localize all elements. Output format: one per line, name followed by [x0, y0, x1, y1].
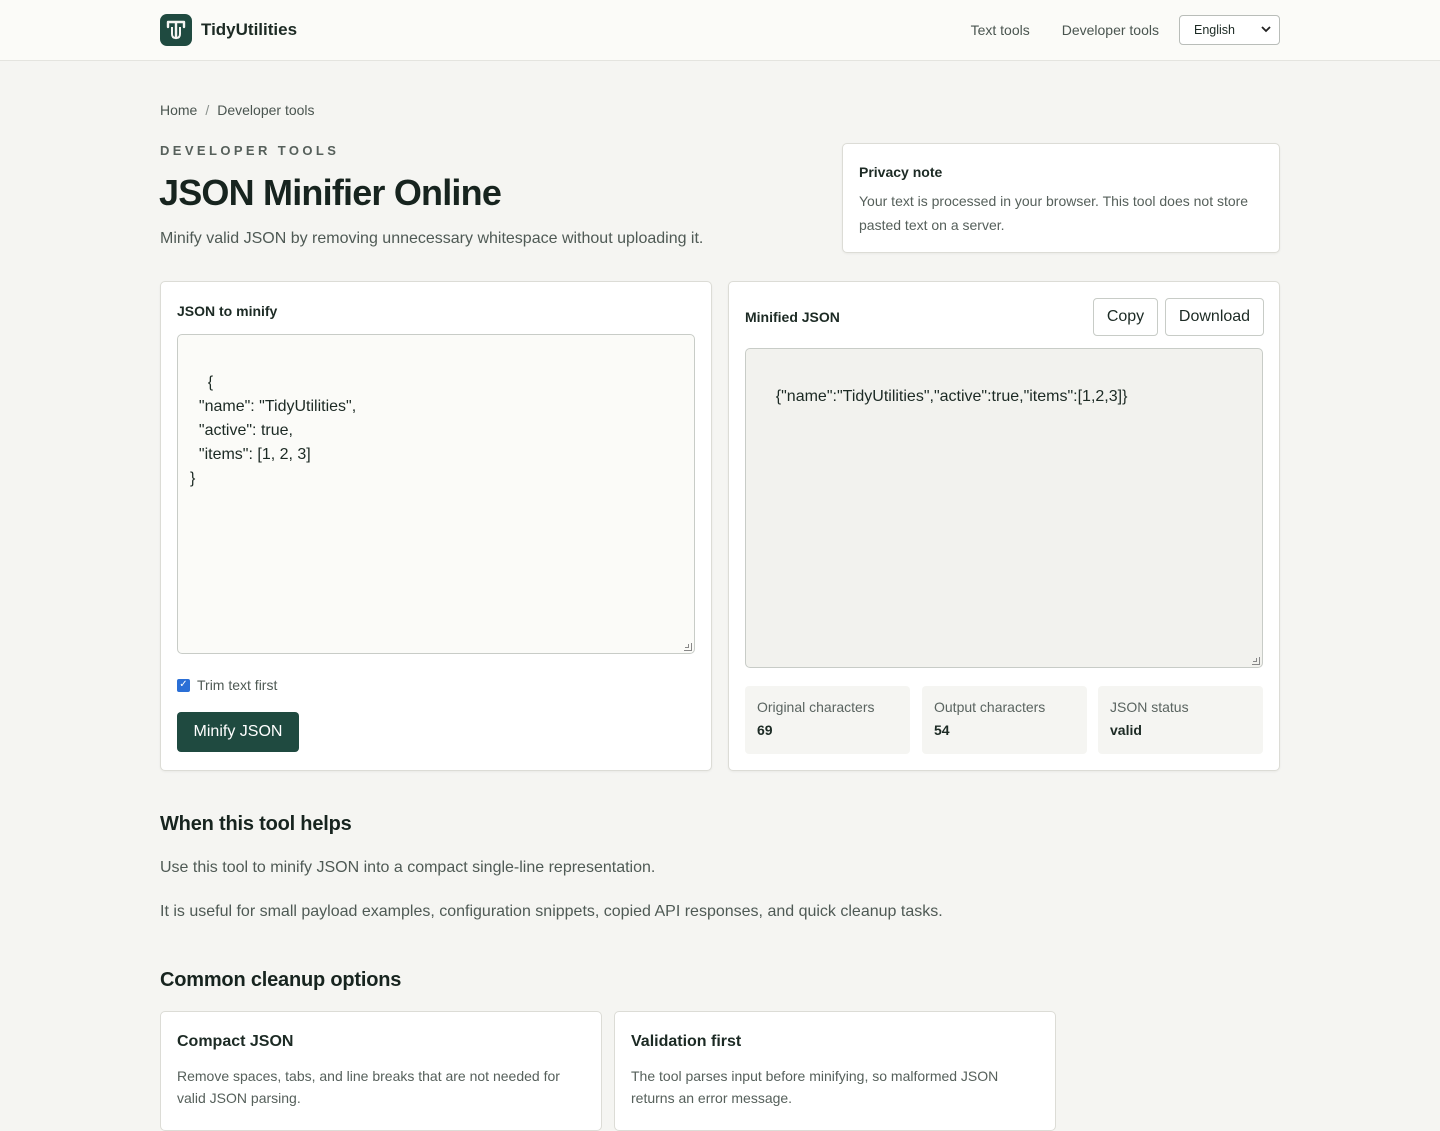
- main-nav: Text tools Developer tools English: [971, 15, 1280, 45]
- stat-label: Original characters: [757, 699, 875, 715]
- page-subtitle: Minify valid JSON by removing unnecessar…: [160, 230, 704, 247]
- helps-heading: When this tool helps: [160, 813, 352, 835]
- json-input-textarea[interactable]: { "name": "TidyUtilities", "active": tru…: [177, 334, 695, 654]
- stat-label: Output characters: [934, 699, 1046, 715]
- option-card-title: Compact JSON: [177, 1033, 294, 1050]
- breadcrumb-separator: /: [205, 102, 210, 118]
- privacy-text: Your text is processed in your browser. …: [859, 193, 1249, 233]
- output-panel: Minified JSON Copy Download {"name":"Tid…: [728, 281, 1280, 771]
- trim-label: Trim text first: [197, 677, 278, 693]
- helps-paragraph: Use this tool to minify JSON into a comp…: [160, 859, 656, 876]
- download-button[interactable]: Download: [1165, 298, 1264, 336]
- resize-handle-icon[interactable]: [684, 643, 692, 651]
- stat-value: valid: [1110, 722, 1142, 738]
- json-output-value: {"name":"TidyUtilities","active":true,"i…: [775, 388, 1128, 405]
- top-bar: TidyUtilities Text tools Developer tools…: [0, 0, 1440, 61]
- stat-value: 54: [934, 722, 950, 738]
- stat-original-characters: Original characters 69: [745, 686, 910, 754]
- nav-developer-tools[interactable]: Developer tools: [1062, 22, 1159, 38]
- option-card: Validation first The tool parses input b…: [614, 1011, 1056, 1131]
- brand-name: TidyUtilities: [201, 20, 298, 39]
- copy-button[interactable]: Copy: [1093, 298, 1158, 336]
- option-card-text: The tool parses input before minifying, …: [631, 1068, 999, 1106]
- breadcrumb: Home / Developer tools: [160, 102, 315, 118]
- json-output-textarea[interactable]: {"name":"TidyUtilities","active":true,"i…: [745, 348, 1263, 668]
- json-input-value: { "name": "TidyUtilities", "active": tru…: [190, 374, 357, 487]
- option-card: Compact JSON Remove spaces, tabs, and li…: [160, 1011, 602, 1131]
- options-heading: Common cleanup options: [160, 969, 402, 991]
- resize-handle-icon[interactable]: [1252, 657, 1260, 665]
- logo-icon: [160, 14, 192, 46]
- stat-json-status: JSON status valid: [1098, 686, 1263, 754]
- stat-value: 69: [757, 722, 773, 738]
- option-card-title: Validation first: [631, 1033, 742, 1050]
- page-title: JSON Minifier Online: [159, 172, 502, 213]
- language-select[interactable]: English: [1179, 15, 1280, 45]
- output-label: Minified JSON: [745, 309, 840, 325]
- nav-text-tools[interactable]: Text tools: [971, 22, 1030, 38]
- stat-output-characters: Output characters 54: [922, 686, 1087, 754]
- breadcrumb-home[interactable]: Home: [160, 102, 197, 118]
- brand-link[interactable]: TidyUtilities: [160, 14, 297, 46]
- trim-option[interactable]: ✓ Trim text first: [177, 677, 277, 693]
- input-panel: JSON to minify { "name": "TidyUtilities"…: [160, 281, 712, 771]
- minify-button[interactable]: Minify JSON: [177, 712, 299, 752]
- language-value: English: [1194, 23, 1235, 37]
- privacy-title: Privacy note: [859, 164, 943, 180]
- trim-checkbox[interactable]: ✓: [177, 678, 190, 692]
- option-card-text: Remove spaces, tabs, and line breaks tha…: [177, 1068, 560, 1106]
- chevron-down-icon: [1261, 25, 1271, 36]
- input-label: JSON to minify: [177, 303, 278, 319]
- breadcrumb-developer-tools[interactable]: Developer tools: [217, 102, 314, 118]
- stat-label: JSON status: [1110, 699, 1189, 715]
- page-eyebrow: DEVELOPER TOOLS: [160, 143, 340, 158]
- privacy-note: Privacy note Your text is processed in y…: [842, 143, 1280, 253]
- helps-paragraph: It is useful for small payload examples,…: [160, 903, 943, 920]
